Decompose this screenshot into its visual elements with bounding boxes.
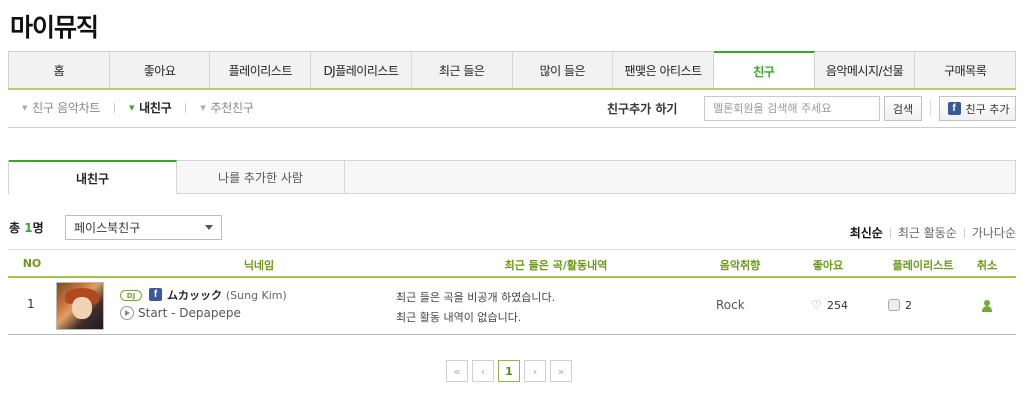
recent-activity-text: 최근 활동 내역이 없습니다. xyxy=(396,311,522,324)
pagination: « ‹ 1 › » xyxy=(446,360,572,382)
avatar-face xyxy=(72,297,92,319)
fb-button-label: 친구 추가 xyxy=(965,102,1010,116)
unfriend-icon[interactable] xyxy=(981,300,993,312)
subnav-label: 내친구 xyxy=(139,101,172,115)
tab-home[interactable]: 홈 xyxy=(9,52,110,89)
tabs-underline xyxy=(8,88,1016,90)
friend-nickname[interactable]: ムカッック (Sung Kim) xyxy=(167,287,287,303)
tab-likes[interactable]: 좋아요 xyxy=(110,52,211,89)
tab-friends[interactable]: 친구 xyxy=(713,51,815,90)
col-nickname: 닉네임 xyxy=(243,259,275,272)
first-page-button[interactable]: « xyxy=(446,360,468,382)
total-suffix: 명 xyxy=(32,221,44,235)
divider xyxy=(930,100,931,116)
col-no: NO xyxy=(22,257,42,270)
triangle-down-icon: ▼ xyxy=(22,103,28,112)
person-body xyxy=(982,306,992,312)
subtab-added-me[interactable]: 나를 추가한 사람 xyxy=(177,161,345,193)
subtab-my-friends[interactable]: 내친구 xyxy=(9,160,177,194)
friend-subnav: ▼ 친구 음악차트 ▼ 내친구 ▼ 추천친구 xyxy=(22,99,254,116)
add-friend-label: 친구추가 하기 xyxy=(607,102,678,116)
dj-badge: DJ xyxy=(120,290,142,301)
tab-messages-gifts[interactable]: 음악메시지/선물 xyxy=(815,52,916,89)
col-genre: 음악취향 xyxy=(719,259,761,272)
sort-options: 최신순 최근 활동순 가나다순 xyxy=(850,224,1016,241)
recent-songs-text: 최근 들은 곡을 비공개 하였습니다. xyxy=(396,291,556,304)
tab-fan-artists[interactable]: 팬맺은 아티스트 xyxy=(613,52,714,89)
sort-alphabetical[interactable]: 가나다순 xyxy=(972,224,1016,241)
chevron-down-icon xyxy=(205,225,213,230)
playlist-icon xyxy=(888,299,900,311)
play-icon[interactable] xyxy=(120,306,134,320)
facebook-icon: f xyxy=(149,288,162,301)
tab-dj-playlist[interactable]: DJ플레이리스트 xyxy=(311,52,412,89)
total-count: 총 1명 xyxy=(9,219,44,236)
facebook-add-friend-button[interactable]: f 친구 추가 xyxy=(939,96,1016,121)
prev-page-button[interactable]: ‹ xyxy=(472,360,494,382)
triangle-down-icon: ▼ xyxy=(200,103,206,112)
divider xyxy=(889,227,891,238)
real-name: (Sung Kim) xyxy=(225,289,287,302)
divider xyxy=(963,227,965,238)
table-header: NO 닉네임 최근 들은 곡/활동내역 음악취향 좋아요 플레이리스트 취소 xyxy=(8,249,1016,278)
playlist-count: 2 xyxy=(905,299,912,312)
col-recent: 최근 들은 곡/활동내역 xyxy=(504,259,608,272)
row-number: 1 xyxy=(27,297,35,311)
main-tabs: 홈 좋아요 플레이리스트 DJ플레이리스트 최근 들은 많이 들은 팬맺은 아티… xyxy=(8,51,1016,90)
friend-filter-select[interactable]: 페이스북친구 xyxy=(65,215,222,240)
tab-recent[interactable]: 최근 들은 xyxy=(412,52,513,89)
song-link[interactable]: Start - Depapepe xyxy=(138,306,241,320)
member-search-input[interactable] xyxy=(704,96,880,121)
triangle-down-icon: ▼ xyxy=(129,103,135,112)
search-button[interactable]: 검색 xyxy=(884,96,922,121)
last-page-button[interactable]: » xyxy=(550,360,572,382)
subnav-my-friends[interactable]: ▼ 내친구 xyxy=(129,99,172,116)
col-cancel: 취소 xyxy=(976,259,998,272)
subnav-label: 추천친구 xyxy=(210,101,254,115)
divider xyxy=(185,102,187,113)
filter-selected: 페이스북친구 xyxy=(74,221,141,235)
tab-most-played[interactable]: 많이 들은 xyxy=(513,52,614,89)
subnav-recommended[interactable]: ▼ 추천친구 xyxy=(200,99,253,116)
sort-recent-activity[interactable]: 최근 활동순 xyxy=(898,224,957,241)
facebook-icon: f xyxy=(947,102,961,115)
table-row: 1 DJ f ムカッック (Sung Kim) Start - Depapepe… xyxy=(8,278,1016,335)
page-title: 마이뮤직 xyxy=(10,13,99,42)
likes-count: 254 xyxy=(827,299,848,312)
nickname-text: ムカッック xyxy=(167,289,222,302)
divider xyxy=(114,102,116,113)
next-page-button[interactable]: › xyxy=(524,360,546,382)
col-likes: 좋아요 xyxy=(812,259,844,272)
divider xyxy=(8,127,1016,128)
col-playlist: 플레이리스트 xyxy=(892,259,954,272)
total-prefix: 총 xyxy=(9,221,25,235)
tab-playlist[interactable]: 플레이리스트 xyxy=(210,52,312,89)
page-1-button[interactable]: 1 xyxy=(498,360,520,382)
subnav-friend-chart[interactable]: ▼ 친구 음악차트 xyxy=(22,99,100,116)
total-number: 1 xyxy=(24,221,33,235)
heart-icon: ♡ xyxy=(811,298,822,312)
friend-subtabs: 내친구 나를 추가한 사람 xyxy=(8,160,1016,194)
music-genre: Rock xyxy=(716,298,745,312)
avatar[interactable] xyxy=(56,282,104,330)
tab-purchases[interactable]: 구매목록 xyxy=(915,52,1015,89)
subnav-label: 친구 음악차트 xyxy=(32,101,101,115)
sort-latest[interactable]: 최신순 xyxy=(850,224,883,241)
